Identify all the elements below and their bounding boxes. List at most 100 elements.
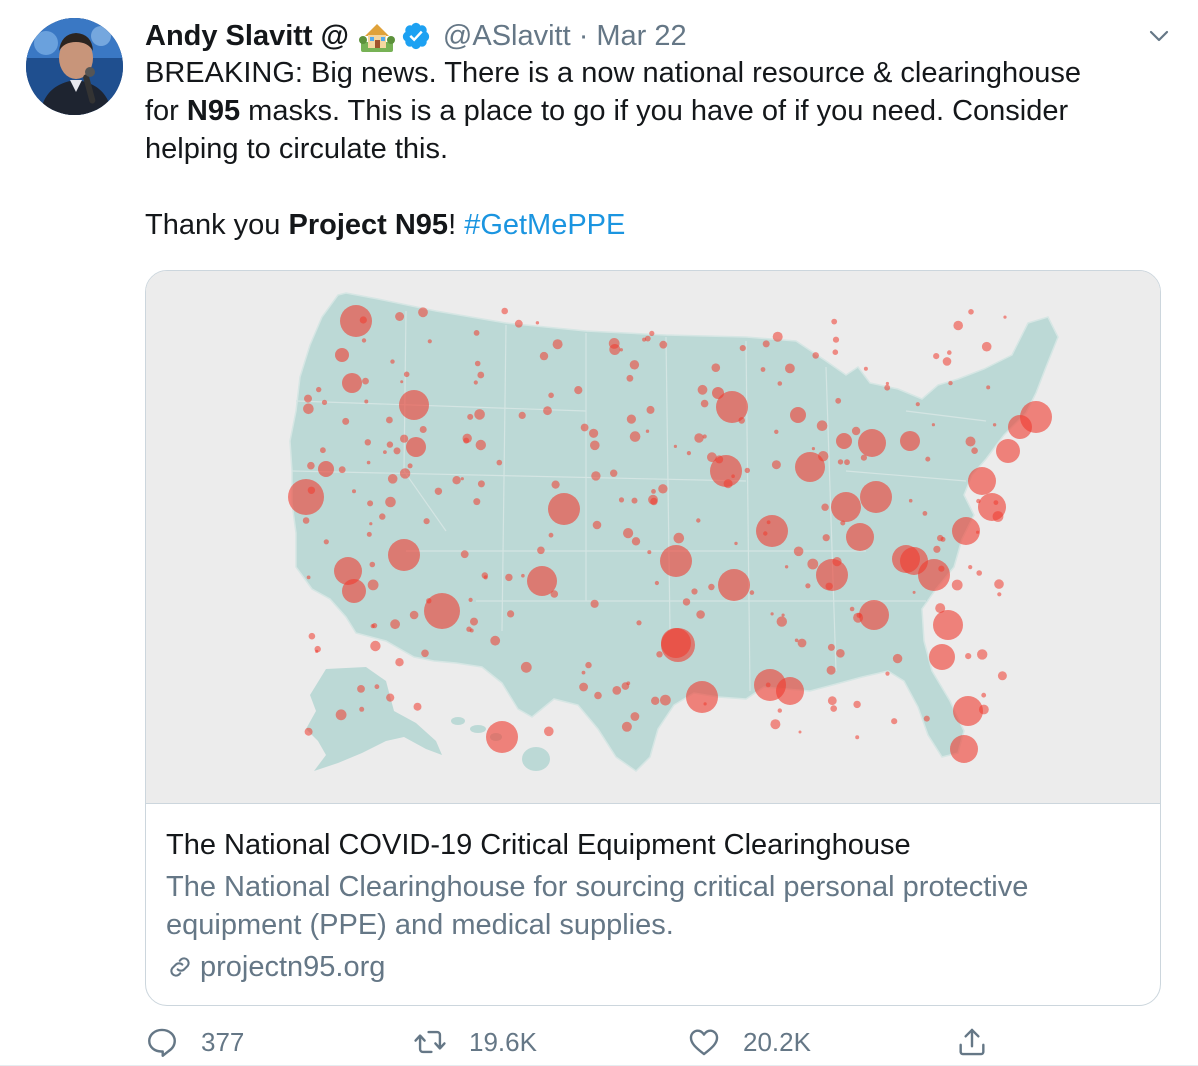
hotspot-dot	[968, 565, 973, 570]
hotspot-dot	[811, 447, 816, 451]
hotspot-dot	[642, 337, 647, 342]
like-button[interactable]: 20.2K	[687, 1025, 811, 1059]
hotspot-dot	[651, 696, 660, 705]
hotspot-dot	[851, 426, 861, 436]
hotspot-dot	[830, 705, 837, 712]
reply-count: 377	[201, 1026, 245, 1057]
hotspot-dot	[409, 610, 419, 620]
heart-icon	[689, 1029, 719, 1056]
hotspot-dot	[702, 434, 707, 439]
card-title[interactable]: The National COVID-19 Critical Equipment…	[166, 826, 1140, 864]
hotspot-dot	[403, 371, 410, 378]
hotspot-dot	[304, 727, 313, 736]
hotspot-dot	[645, 429, 650, 433]
hotspot-dot	[884, 384, 891, 391]
hotspot-dot	[473, 330, 480, 336]
tweet-text-segment: masks. This is a place to go if you have…	[240, 95, 1069, 127]
chevron-down-icon[interactable]	[1148, 25, 1170, 47]
hotspot-dot	[518, 411, 526, 419]
hotspot-dot	[386, 416, 393, 424]
hotspot-dot	[385, 496, 396, 508]
hotspot-dot	[770, 612, 774, 616]
hotspot-dot	[981, 341, 992, 352]
hotspot-dot	[853, 612, 864, 623]
house-with-garden-emoji	[358, 24, 395, 52]
hotspot-dot	[364, 439, 371, 446]
hotspot-dot	[477, 371, 485, 379]
hotspot-dot	[892, 653, 903, 664]
hotspot-dot	[749, 590, 755, 595]
hotspot-dot	[501, 307, 509, 315]
link-icon	[170, 957, 190, 977]
user-handle[interactable]: @ASlavitt	[443, 20, 571, 53]
hotspot-dot	[682, 598, 691, 606]
hotspot-dot	[835, 397, 842, 404]
tweet[interactable]: Andy Slavitt @ @ASlavitt · Mar 22 BREAKI…	[0, 0, 1198, 1066]
hotspot-dot	[473, 498, 481, 506]
hotspot-dot	[660, 694, 671, 706]
share-button[interactable]	[955, 1025, 1011, 1059]
hotspot-dot	[629, 431, 641, 442]
hotspot-dot	[306, 575, 311, 580]
hotspot-dot	[885, 381, 890, 386]
hotspot-dot	[827, 643, 835, 651]
hotspot-dot	[976, 498, 981, 504]
tweet-bold-n95: N95	[186, 95, 241, 127]
hotspot-dot	[386, 693, 395, 702]
hotspot-dot	[738, 417, 745, 424]
hotspot-dot	[822, 534, 830, 542]
hotspot-dot	[844, 459, 850, 466]
hotspot-dot	[395, 312, 405, 321]
hotspot-dot	[551, 480, 560, 489]
retweet-button[interactable]: 19.6K	[413, 1025, 537, 1059]
tweet-text: BREAKING: Big news. There is a now natio…	[145, 54, 1165, 244]
hotspot-dot	[760, 367, 766, 372]
hotspot-dot	[418, 307, 428, 318]
hotspot-dot	[825, 582, 833, 590]
hotspot-dot	[836, 649, 845, 658]
hotspot-dot	[342, 417, 350, 425]
card-description-line: The National Clearinghouse for sourcing …	[166, 871, 1029, 903]
hotspot-bubble	[952, 517, 980, 545]
hotspot-dot	[691, 588, 698, 595]
hotspot-dot	[793, 546, 804, 557]
hotspot-dot	[520, 661, 532, 673]
hotspot-bubble	[790, 407, 806, 423]
hotspot-dot	[673, 444, 678, 448]
hotspot-dot	[694, 433, 704, 443]
hotspot-dot	[977, 649, 988, 660]
hotspot-dot	[359, 706, 365, 712]
reply-button[interactable]: 377	[145, 1025, 244, 1059]
hotspot-dot	[915, 402, 920, 407]
hotspot-dot	[434, 487, 443, 495]
hotspot-bubble	[340, 305, 372, 337]
hotspot-dot	[723, 479, 733, 489]
hotspot-dot	[696, 518, 701, 523]
hotspot-dot	[816, 420, 828, 431]
hotspot-dot	[320, 447, 326, 454]
hotspot-dot	[923, 715, 930, 722]
hotspot-dot	[981, 692, 987, 698]
hotspot-dot	[477, 480, 485, 488]
card-description: The National Clearinghouse for sourcing …	[166, 868, 1140, 944]
avatar[interactable]	[26, 18, 123, 115]
hotspot-dot	[656, 651, 663, 658]
hotspot-dot	[505, 573, 513, 582]
hotspot-dot	[626, 374, 634, 382]
hotspot-dot	[762, 340, 770, 348]
hotspot-dot	[359, 316, 367, 324]
hotspot-dot	[315, 649, 319, 653]
link-card[interactable]: The National COVID-19 Critical Equipment…	[145, 270, 1161, 1006]
hotspot-dot	[651, 489, 656, 494]
hotspot-dot	[364, 399, 369, 404]
card-image[interactable]	[146, 271, 1160, 804]
covid-hotspot-map	[146, 271, 1160, 803]
card-domain[interactable]: projectn95.org	[166, 948, 1140, 986]
hashtag-link[interactable]: #GetMePPE	[464, 209, 625, 241]
tweet-date[interactable]: Mar 22	[596, 20, 686, 53]
hotspot-dot	[812, 352, 819, 359]
hotspot-dot	[922, 511, 928, 516]
hotspot-dot	[548, 392, 554, 399]
display-name[interactable]: Andy Slavitt @	[145, 20, 349, 53]
hotspot-bubble	[950, 735, 978, 763]
